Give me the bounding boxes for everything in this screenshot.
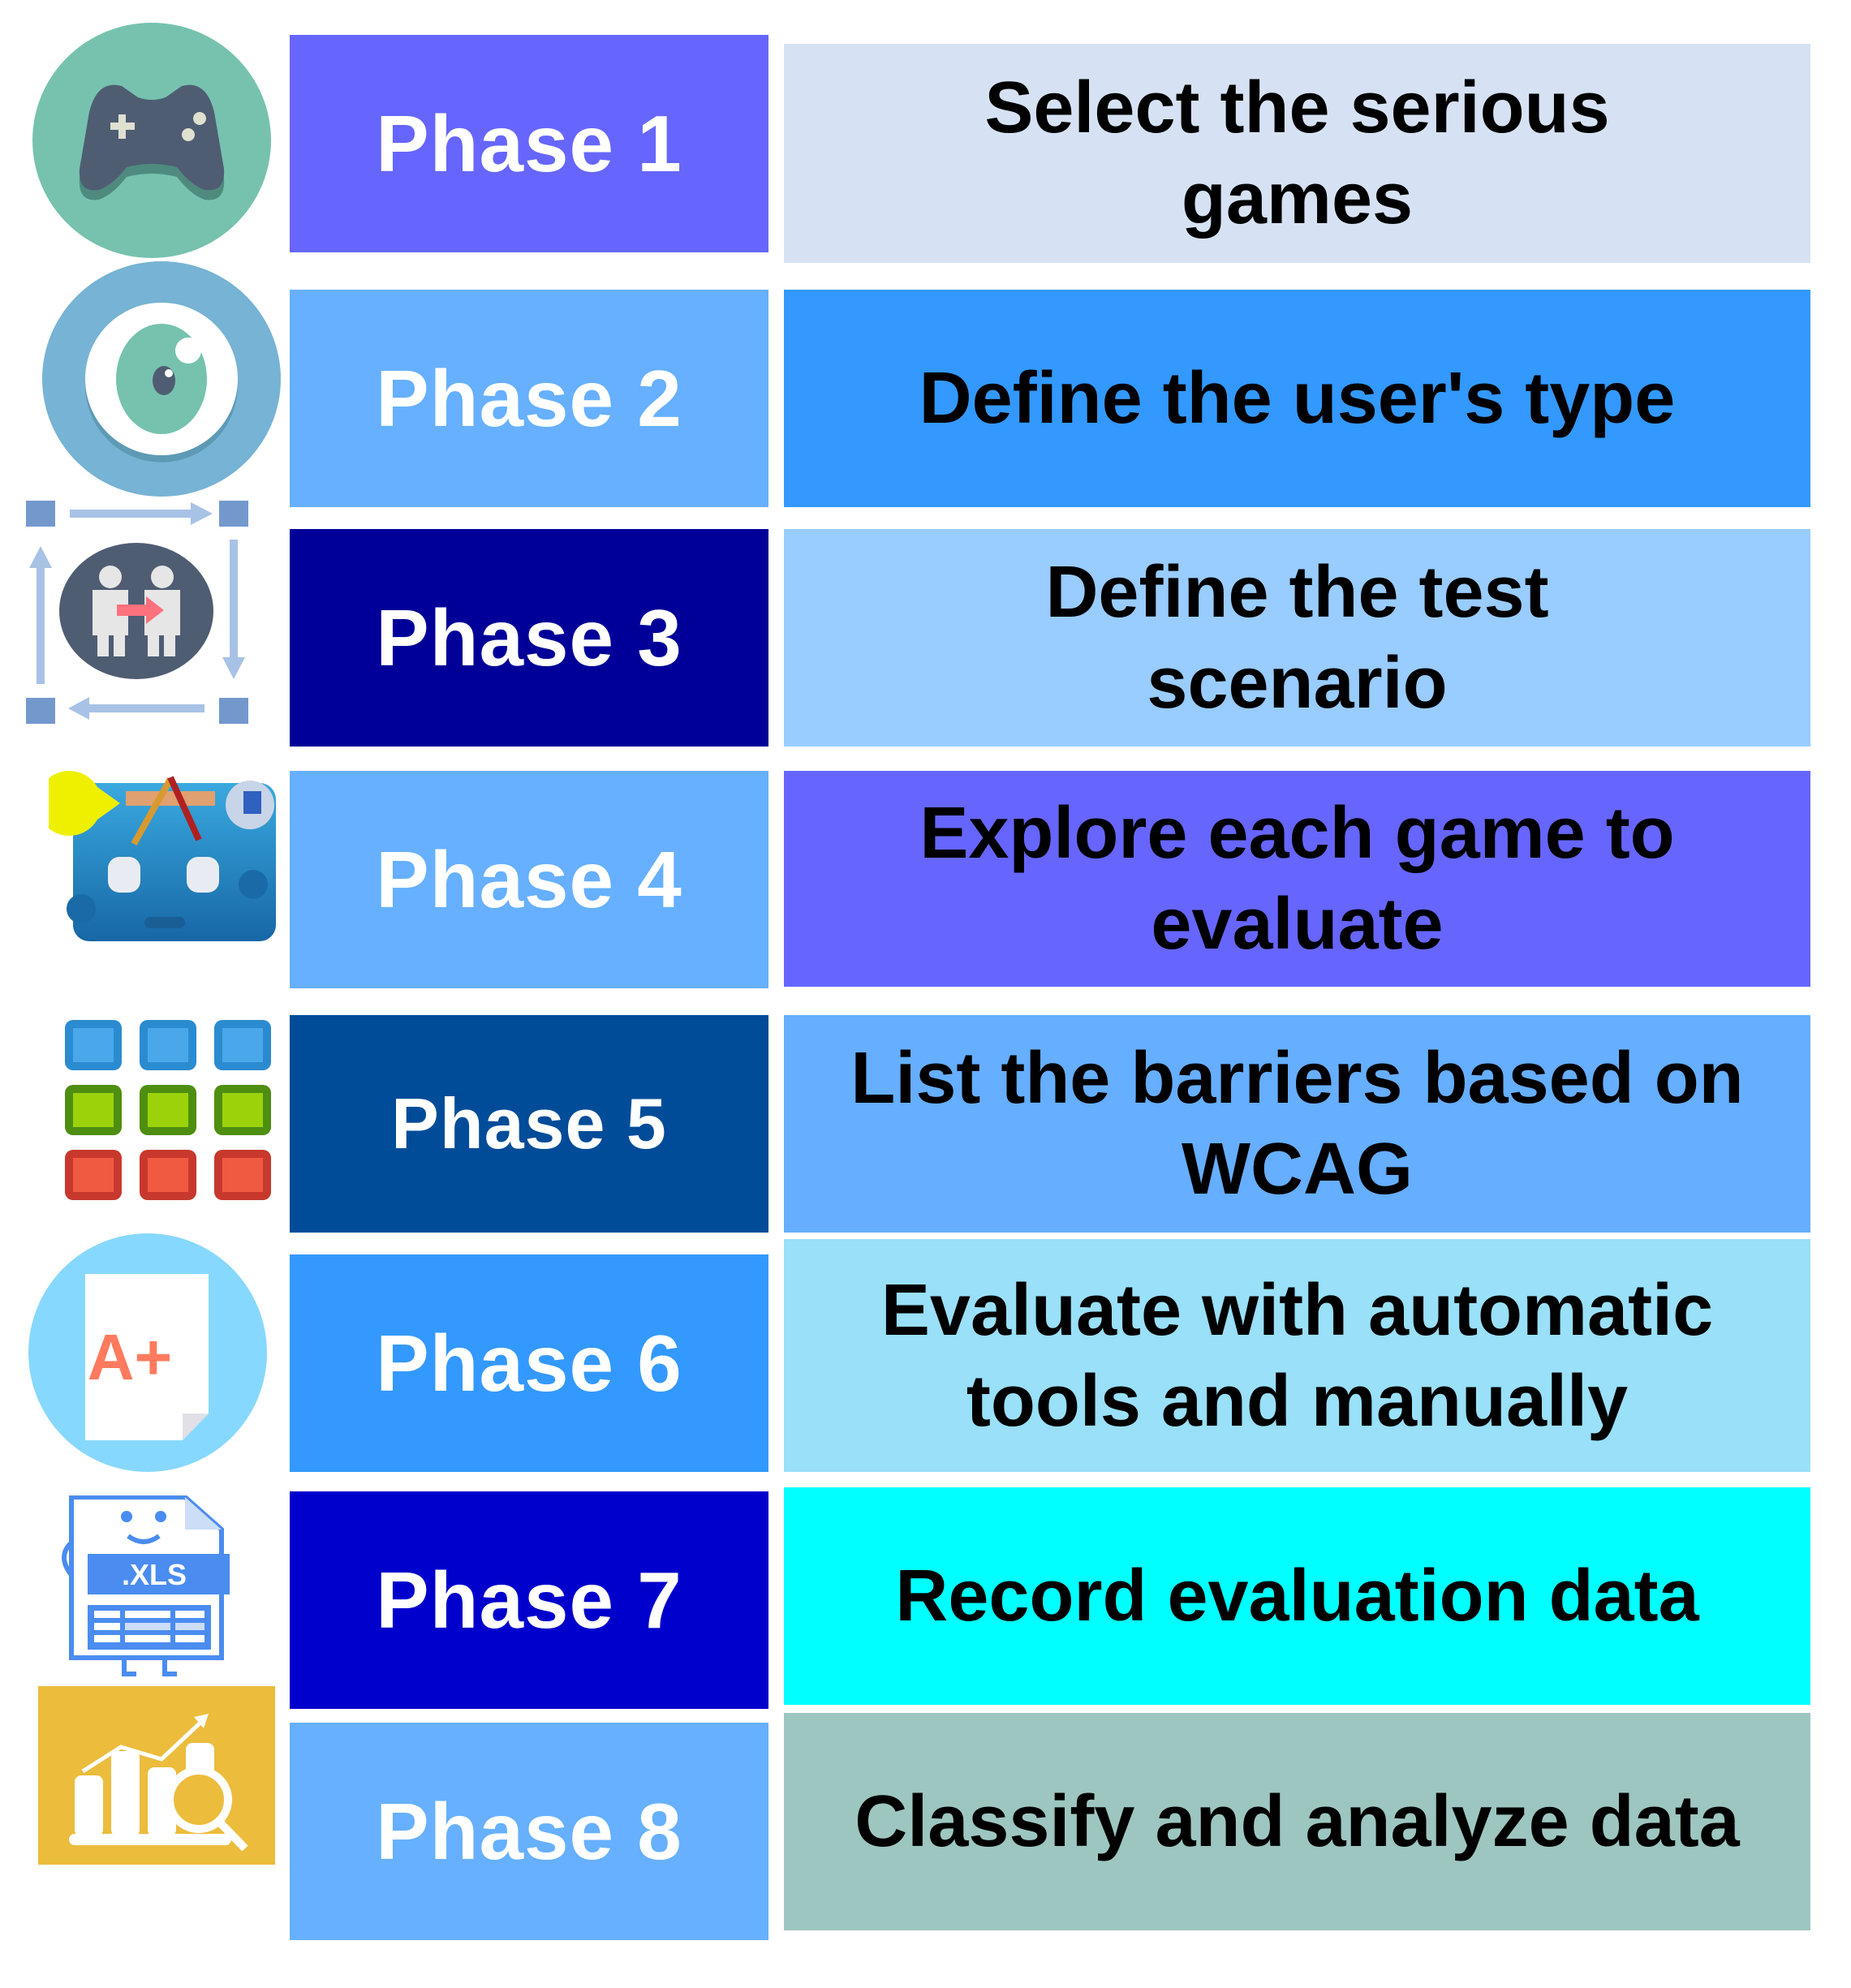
phase-8-label: Phase 8 xyxy=(376,1786,682,1876)
phase-3-box: Phase 3 xyxy=(290,529,768,747)
phase-7-box: Phase 7 xyxy=(290,1491,768,1709)
phase-5-box: Phase 5 xyxy=(290,1015,768,1233)
phase-6-description: Evaluate with automatic tools and manual… xyxy=(880,1269,1714,1442)
phase-2-description-box: Define the user's type xyxy=(784,290,1810,507)
phase-4-description: Explore each game to evaluate xyxy=(919,793,1675,965)
phase-8-description: Classify and analyze data xyxy=(854,1781,1740,1862)
phase-2-box: Phase 2 xyxy=(290,290,768,507)
phase-2-description: Define the user's type xyxy=(919,358,1676,439)
phase-3-description: Define the test scenario xyxy=(1045,552,1549,724)
phase-4-box: Phase 4 xyxy=(290,771,768,988)
phase-4-description-box: Explore each game to evaluate xyxy=(784,771,1810,987)
xls-label: .XLS xyxy=(122,1558,187,1591)
phase-8-description-box: Classify and analyze data xyxy=(784,1713,1810,1930)
phase-8-box: Phase 8 xyxy=(290,1723,768,1940)
phase-6-box: Phase 6 xyxy=(290,1254,768,1472)
grade-document-icon: A+ xyxy=(28,1233,268,1473)
people-exchange-icon xyxy=(24,499,252,726)
phase-1-description: Select the serious games xyxy=(984,67,1610,239)
phase-1-label: Phase 1 xyxy=(376,98,682,188)
games-bag-icon xyxy=(49,714,284,957)
phase-6-label: Phase 6 xyxy=(376,1318,682,1408)
phase-7-description-box: Record evaluation data xyxy=(784,1487,1810,1705)
phase-4-label: Phase 4 xyxy=(376,834,682,924)
phase-3-label: Phase 3 xyxy=(376,592,682,682)
color-grid-icon xyxy=(63,1018,276,1229)
eye-icon xyxy=(42,261,282,497)
phase-5-label: Phase 5 xyxy=(391,1083,667,1164)
gamepad-icon xyxy=(32,23,272,258)
grade-label: A+ xyxy=(88,1321,173,1393)
phase-7-description: Record evaluation data xyxy=(895,1556,1699,1637)
phase-1-box: Phase 1 xyxy=(290,35,768,252)
phase-5-description-box: List the barriers based on WCAG xyxy=(784,1015,1810,1233)
phase-1-description-box: Select the serious games xyxy=(784,44,1810,263)
phase-6-description-box: Evaluate with automatic tools and manual… xyxy=(784,1239,1810,1472)
phase-5-description: List the barriers based on WCAG xyxy=(850,1038,1744,1210)
phase-2-label: Phase 2 xyxy=(376,353,682,443)
phase-3-description-box: Define the test scenario xyxy=(784,529,1810,747)
data-analysis-icon xyxy=(38,1686,275,1865)
xls-file-icon: .XLS xyxy=(55,1495,234,1678)
phase-7-label: Phase 7 xyxy=(376,1555,682,1645)
